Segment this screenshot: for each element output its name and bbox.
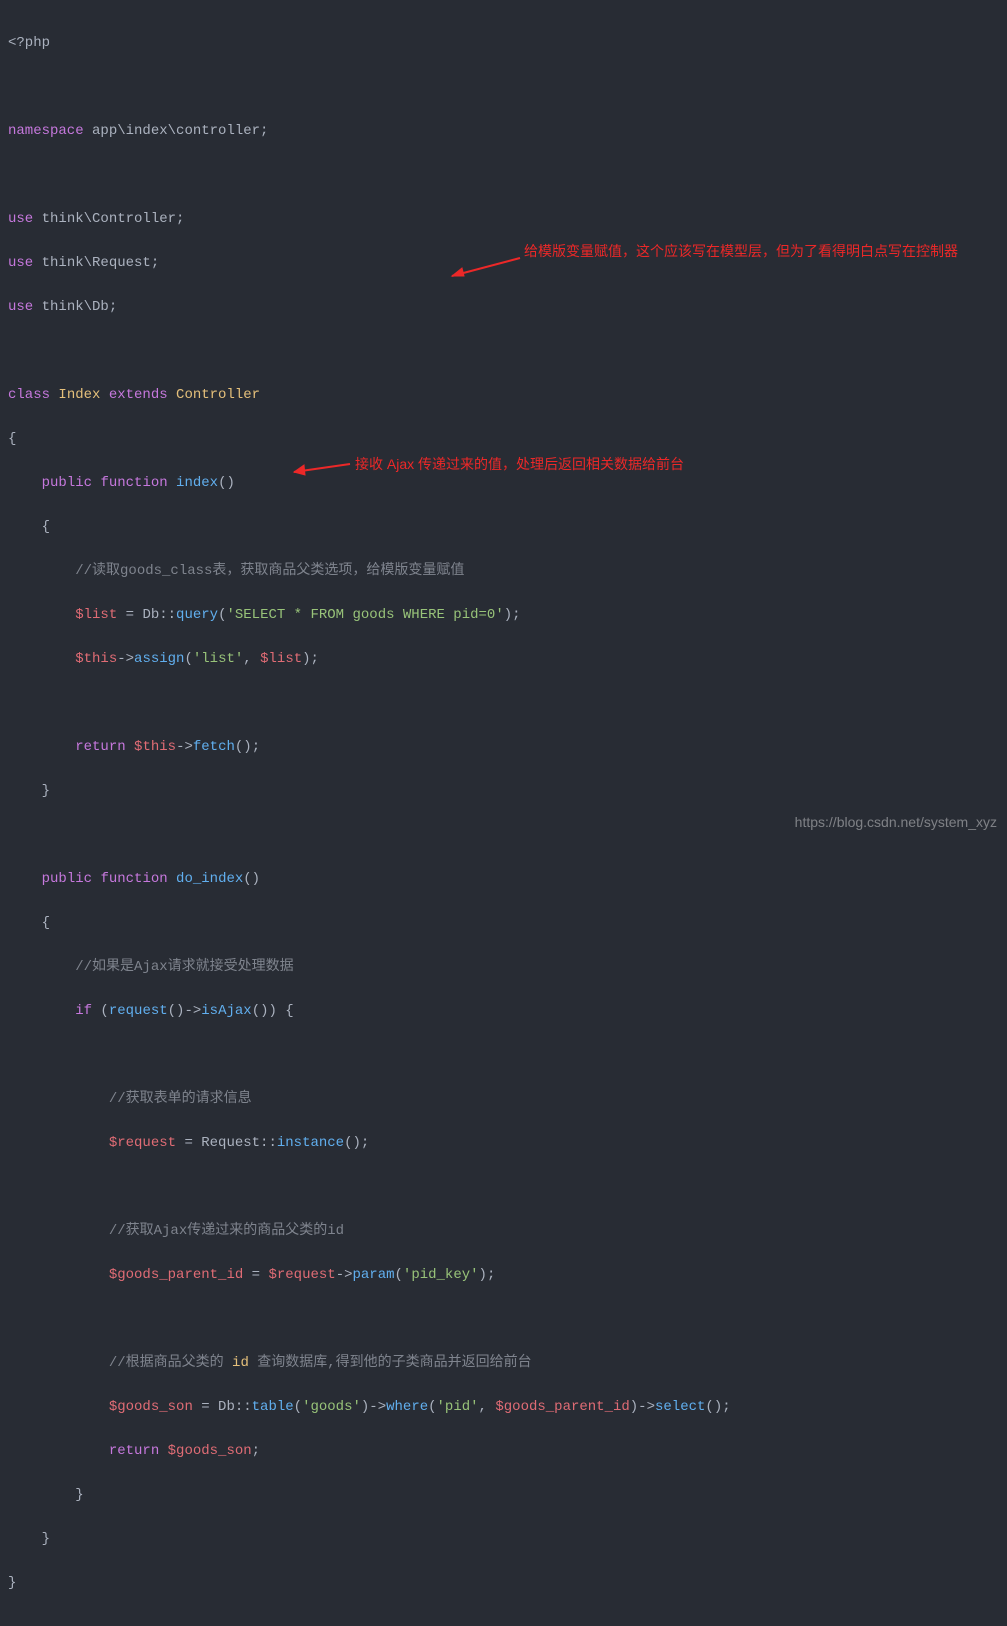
comment: //如果是Ajax请求就接受处理数据 [75, 959, 293, 975]
php-open-tag: <?php [8, 35, 50, 51]
watermark: https://blog.csdn.net/system_xyz [795, 811, 997, 833]
comment: //获取Ajax传递过来的商品父类的id [109, 1223, 344, 1239]
arrow-icon [288, 456, 358, 478]
annotation-1: 给模版变量赋值，这个应该写在模型层，但为了看得明白点写在控制器 [524, 240, 994, 262]
comment: //根据商品父类的 id 查询数据库,得到他的子类商品并返回给前台 [109, 1355, 532, 1371]
comment: //读取goods_class表，获取商品父类选项，给模版变量赋值 [75, 563, 464, 579]
arrow-icon [446, 252, 526, 282]
annotation-2: 接收 Ajax 传递过来的值，处理后返回相关数据给前台 [355, 453, 684, 475]
comment: //获取表单的请求信息 [109, 1091, 252, 1107]
